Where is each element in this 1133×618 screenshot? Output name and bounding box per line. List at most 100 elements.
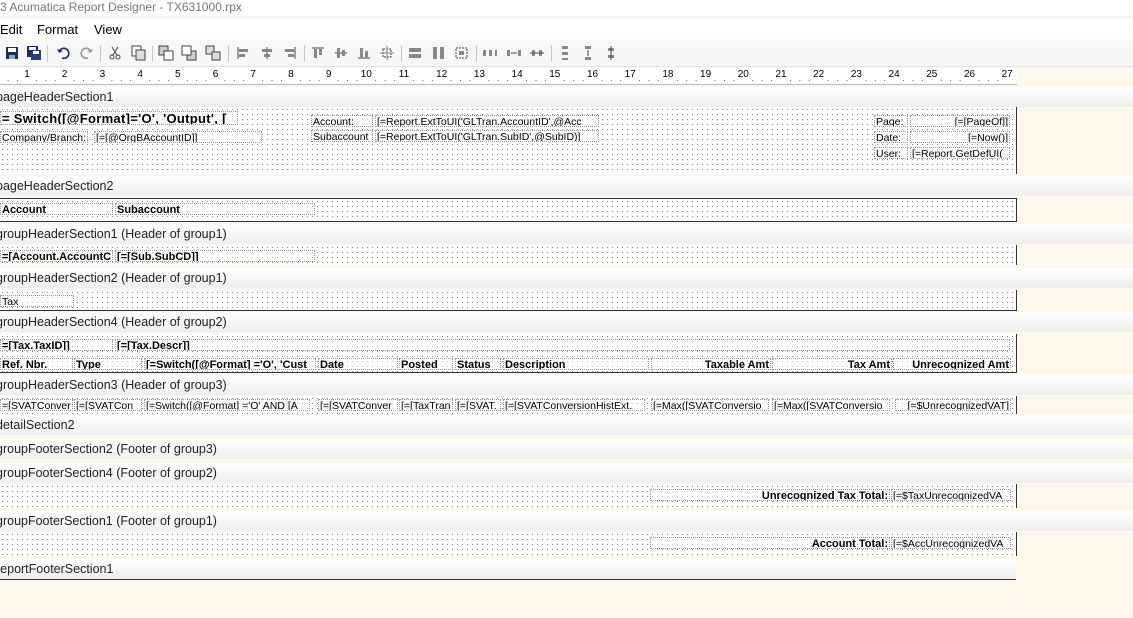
svat-description-field[interactable]: [=[SVATConversionHistExt. bbox=[503, 399, 645, 411]
horizontal-spacing-increase-icon[interactable] bbox=[506, 45, 522, 61]
user-field[interactable]: [=Report.GetDefUI( bbox=[910, 147, 1010, 159]
right-pane-area bbox=[1017, 106, 1133, 174]
taxable-amt-column-header[interactable]: Taxable Amt bbox=[651, 358, 771, 370]
ruler-tick: · bbox=[949, 75, 953, 85]
band-detail-2[interactable]: detailSection2 bbox=[0, 415, 1133, 435]
format-switch-field[interactable]: = Switch([@Format]='O', 'Output', [ bbox=[0, 111, 238, 125]
vertical-spacing-increase-icon[interactable] bbox=[580, 45, 596, 61]
unrecognized-vat-field[interactable]: [=$UnrecognizedVAT] bbox=[895, 399, 1011, 411]
band-label: groupFooterSection2 (Footer of group3) bbox=[0, 442, 217, 456]
cut-icon[interactable] bbox=[107, 45, 123, 61]
copy-icon[interactable] bbox=[131, 45, 147, 61]
align-center-icon[interactable] bbox=[259, 45, 275, 61]
section-page-header-1[interactable]: = Switch([@Format]='O', 'Output', [ Comp… bbox=[0, 107, 1017, 174]
save-icon[interactable] bbox=[4, 45, 20, 61]
description-column-header[interactable]: Description bbox=[503, 358, 649, 370]
tax-id-field[interactable]: =[Tax.TaxID]] bbox=[0, 339, 113, 351]
section-group-header-4[interactable]: =[Tax.TaxID]] [=[Tax.Descr]] Ref. Nbr. T… bbox=[0, 334, 1017, 373]
customer-switch-column-header[interactable]: [=Switch([@Format] ='O', 'Cust bbox=[144, 358, 316, 370]
account-column-header[interactable]: Account bbox=[0, 203, 113, 215]
tax-descr-field[interactable]: [=[Tax.Descr]] bbox=[115, 339, 1010, 351]
unrecognized-tax-total-label[interactable]: Unrecognized Tax Total: bbox=[650, 489, 890, 501]
align-bottom-icon[interactable] bbox=[356, 45, 372, 61]
account-label[interactable]: Account: bbox=[311, 115, 373, 127]
band-group-header-3[interactable]: groupHeaderSection3 (Header of group3) bbox=[0, 375, 1133, 395]
page-field[interactable]: [=[PageOf]] bbox=[910, 115, 1010, 127]
vertical-spacing-decrease-icon[interactable] bbox=[603, 45, 619, 61]
menu-view[interactable]: View bbox=[94, 22, 122, 37]
align-left-icon[interactable] bbox=[235, 45, 251, 61]
unrecognized-amt-column-header[interactable]: Unrecognized Amt bbox=[893, 358, 1011, 370]
date-field[interactable]: [=Now()] bbox=[910, 131, 1010, 143]
svat-switch-field[interactable]: [=Switch([@Format] ='O' AND [A bbox=[144, 399, 310, 411]
type-column-header[interactable]: Type bbox=[74, 358, 142, 370]
horizontal-spacing-decrease-icon[interactable] bbox=[529, 45, 545, 61]
band-group-header-1[interactable]: groupHeaderSection1 (Header of group1) bbox=[0, 224, 1133, 244]
vertical-spacing-equal-icon[interactable] bbox=[557, 45, 573, 61]
group-icon[interactable] bbox=[205, 45, 221, 61]
section-page-header-2[interactable]: Account Subaccount bbox=[0, 198, 1017, 222]
account-field[interactable]: [=Report.ExtToUI('GLTran.AccountID',@Acc bbox=[375, 115, 599, 127]
svat-tax-field[interactable]: [=Max([SVATConversio bbox=[772, 399, 890, 411]
save-all-icon[interactable] bbox=[26, 45, 42, 61]
redo-icon[interactable] bbox=[79, 45, 95, 61]
date-column-header[interactable]: Date bbox=[318, 358, 398, 370]
band-group-footer-4[interactable]: groupFooterSection4 (Footer of group2) bbox=[0, 463, 1133, 483]
section-group-header-1[interactable]: =[Account.AccountC [=[Sub.SubCD]] bbox=[0, 245, 1017, 265]
band-group-footer-1[interactable]: groupFooterSection1 (Footer of group1) bbox=[0, 511, 1133, 531]
svat-ref-field[interactable]: =[SVATConver bbox=[0, 399, 73, 411]
align-middle-icon[interactable] bbox=[333, 45, 349, 61]
band-group-header-4[interactable]: groupHeaderSection4 (Header of group2) bbox=[0, 312, 1133, 332]
align-top-icon[interactable] bbox=[310, 45, 326, 61]
subaccount-field[interactable]: [=Report.ExtToUI('GLTran.SubID',@SubID)] bbox=[375, 130, 599, 142]
band-group-header-2[interactable]: groupHeaderSection2 (Header of group1) bbox=[0, 268, 1133, 288]
menu-edit[interactable]: Edit bbox=[0, 22, 22, 37]
section-group-header-2[interactable]: Tax bbox=[0, 290, 1017, 311]
align-to-grid-icon[interactable] bbox=[379, 45, 395, 61]
svat-taxable-field[interactable]: [=Max([SVATConversio bbox=[651, 399, 769, 411]
account-total-label[interactable]: Account Total: bbox=[650, 537, 890, 549]
unrecognized-tax-total-field[interactable]: [=$TaxUnrecognizedVA bbox=[891, 489, 1011, 501]
ruler-tick: · bbox=[6, 75, 10, 85]
send-to-back-icon[interactable] bbox=[181, 45, 197, 61]
ruler-tick: · bbox=[44, 75, 48, 85]
bring-to-front-icon[interactable] bbox=[158, 45, 174, 61]
band-page-header-1[interactable]: pageHeaderSection1 bbox=[0, 87, 1133, 107]
horizontal-spacing-equal-icon[interactable] bbox=[482, 45, 498, 61]
ruler-number: 18 bbox=[662, 69, 674, 80]
svat-type-field[interactable]: [=[SVATCon bbox=[74, 399, 142, 411]
status-column-header[interactable]: Status bbox=[455, 358, 501, 370]
tax-label[interactable]: Tax bbox=[0, 295, 74, 307]
company-branch-field[interactable]: [=[@OrgBAccountID]] bbox=[94, 131, 262, 143]
company-branch-label[interactable]: Company/Branch: bbox=[0, 131, 88, 143]
section-group-footer-4[interactable]: Unrecognized Tax Total: [=$TaxUnrecogniz… bbox=[0, 484, 1017, 508]
subaccount-column-header[interactable]: Subaccount bbox=[115, 203, 315, 215]
date-label[interactable]: Date: bbox=[874, 131, 908, 143]
subaccount-label[interactable]: Subaccount bbox=[311, 130, 373, 142]
tax-amt-column-header[interactable]: Tax Amt bbox=[772, 358, 892, 370]
sub-cd-field[interactable]: [=[Sub.SubCD]] bbox=[115, 250, 315, 262]
ruler-tick: · bbox=[600, 75, 604, 85]
section-group-footer-1[interactable]: Account Total: [=$AccUnrecognizedVA bbox=[0, 532, 1017, 556]
menu-format[interactable]: Format bbox=[37, 22, 78, 37]
align-right-icon[interactable] bbox=[282, 45, 298, 61]
undo-icon[interactable] bbox=[55, 45, 71, 61]
account-cd-field[interactable]: =[Account.AccountC bbox=[0, 250, 113, 262]
tax-tran-field[interactable]: [=[TaxTran bbox=[399, 399, 453, 411]
section-group-header-3[interactable]: =[SVATConver [=[SVATCon [=Switch([@Forma… bbox=[0, 396, 1017, 414]
posted-column-header[interactable]: Posted bbox=[399, 358, 453, 370]
svat-date-field[interactable]: [=[SVATConver bbox=[318, 399, 398, 411]
band-page-header-2[interactable]: pageHeaderSection2 bbox=[0, 176, 1133, 196]
same-width-icon[interactable] bbox=[407, 45, 423, 61]
ruler-tick: · bbox=[129, 75, 133, 85]
same-size-icon[interactable] bbox=[454, 45, 470, 61]
svat-status-field[interactable]: [=[SVAT. bbox=[455, 399, 501, 411]
user-label[interactable]: User: bbox=[874, 147, 908, 159]
same-height-icon[interactable] bbox=[431, 45, 447, 61]
band-group-footer-2[interactable]: groupFooterSection2 (Footer of group3) bbox=[0, 439, 1133, 459]
band-report-footer-1[interactable]: reportFooterSection1 bbox=[0, 559, 1016, 580]
ref-nbr-column-header[interactable]: Ref. Nbr. bbox=[0, 358, 73, 370]
page-label[interactable]: Page: bbox=[874, 115, 908, 127]
ruler-tick: · bbox=[562, 75, 566, 85]
account-total-field[interactable]: [=$AccUnrecognizedVA bbox=[891, 537, 1011, 549]
